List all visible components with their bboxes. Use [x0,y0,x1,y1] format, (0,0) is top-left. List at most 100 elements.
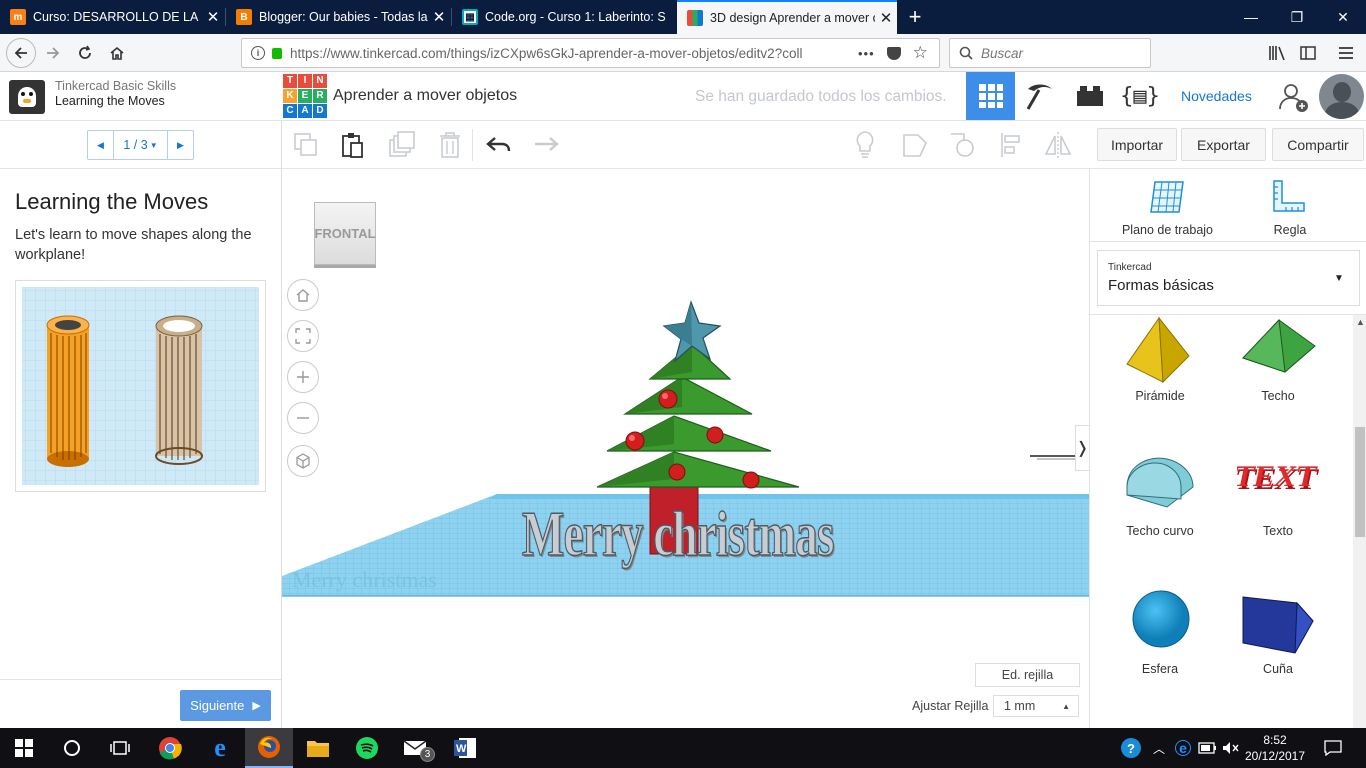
url-text[interactable]: https://www.tinkercad.com/things/izCXpw6… [290,46,850,61]
menu-icon[interactable] [1331,38,1361,68]
url-bar[interactable]: i https://www.tinkercad.com/things/izCXp… [241,38,940,68]
shape-wedge[interactable]: Cuña [1223,589,1333,687]
shapes-scrollbar[interactable]: ▲ [1353,315,1366,728]
task-view-icon[interactable] [96,728,144,768]
word-icon[interactable]: W [441,728,489,768]
clock-date: 20/12/2017 [1244,749,1306,763]
shape-library-select[interactable]: Tinkercad Formas básicas ▼ [1097,250,1360,306]
bricks-view-button[interactable] [1066,72,1114,120]
collapse-panel-button[interactable]: ❭ [1075,425,1089,471]
redo-icon[interactable] [530,129,562,161]
lesson-heading: Learning the Moves [15,189,209,214]
bookmark-star-icon[interactable]: ☆ [913,43,928,63]
ruler-tool[interactable]: Regla [1250,177,1330,239]
codeblocks-icon[interactable]: {▤} [1116,72,1164,120]
group-icon[interactable] [899,129,931,161]
close-icon[interactable]: ✕ [875,9,897,27]
search-input[interactable]: Buscar [949,38,1151,68]
design-title[interactable]: Aprender a mover objetos [333,87,517,105]
chrome-icon[interactable] [146,728,194,768]
curved-roof-icon [1126,457,1194,508]
back-icon[interactable] [6,38,36,68]
prev-step-button[interactable]: ◀ [88,131,114,159]
reload-icon[interactable] [70,38,100,68]
chevron-up-icon[interactable]: ︿ [1148,728,1170,768]
lesson-course: Tinkercad Basic Skills [55,79,177,93]
home-icon[interactable] [102,38,132,68]
sidebar-icon[interactable] [1293,38,1323,68]
christmas-tree-model[interactable]: Merry christmas [282,169,1089,728]
lesson-avatar-icon [9,80,45,114]
browser-tab-moodle[interactable]: m Curso: DESARROLLO DE LA EXP ✕ [0,0,224,34]
next-step-button[interactable]: ▶ [167,131,193,159]
browser-tab-blogger[interactable]: B Blogger: Our babies - Todas las ✕ [226,0,450,34]
pocket-icon[interactable] [886,46,901,60]
align-icon[interactable] [995,129,1027,161]
forward-icon[interactable] [38,38,68,68]
step-select[interactable]: 1 / 3 ▼ [114,131,167,159]
copy-icon[interactable] [290,129,322,161]
close-window-icon[interactable]: ✕ [1320,0,1366,34]
tinkercad-icon [687,10,703,26]
browser-tab-tinkercad[interactable]: 3D design Aprender a mover ob ✕ [677,0,897,34]
next-lesson-button[interactable]: Siguiente ▶ [180,690,271,721]
edit-toolbar: Importar Exportar Compartir [282,121,1366,169]
svg-text:Merry christmas: Merry christmas [292,567,437,592]
snap-grid-select[interactable]: 1 mm ▲ [993,695,1079,717]
edge-tray-icon[interactable]: e [1172,728,1194,768]
novedades-link[interactable]: Novedades [1181,88,1252,104]
lightbulb-icon[interactable] [849,129,881,161]
ungroup-icon[interactable] [946,129,978,161]
file-explorer-icon[interactable] [294,728,342,768]
shape-curved-roof[interactable]: Techo curvo [1105,451,1215,549]
close-icon[interactable]: ✕ [428,8,450,26]
mail-icon[interactable]: 3 [392,728,440,768]
new-tab-button[interactable]: + [897,0,933,34]
tinkercad-logo[interactable]: T I N K E R C A D [283,74,327,118]
restore-icon[interactable]: ❐ [1274,0,1320,34]
shape-pyramid[interactable]: Pirámide [1105,316,1215,414]
import-button[interactable]: Importar [1097,128,1177,161]
cortana-icon[interactable] [48,728,96,768]
scrollbar-thumb[interactable] [1355,427,1365,537]
help-icon[interactable]: ? [1118,728,1144,768]
search-placeholder: Buscar [981,45,1024,61]
edit-grid-button[interactable]: Ed. rejilla [975,663,1080,687]
windows-start-icon[interactable] [0,728,48,768]
spotify-icon[interactable] [343,728,391,768]
3d-view-button[interactable] [966,72,1015,120]
share-button[interactable]: Compartir [1272,128,1364,161]
library-name: Formas básicas [1108,277,1214,294]
paste-icon[interactable] [337,129,369,161]
sphere-icon [1132,590,1190,648]
volume-muted-icon[interactable] [1220,728,1242,768]
merry-christmas-text-model[interactable]: Merry christmas [521,494,834,574]
blocks-view-button[interactable] [1016,72,1064,120]
shape-roof[interactable]: Techo [1223,316,1333,414]
trash-icon[interactable] [434,129,466,161]
firefox-icon[interactable] [245,728,293,768]
workplane-tool[interactable]: Plano de trabajo [1115,177,1220,239]
export-button[interactable]: Exportar [1181,128,1266,161]
close-icon[interactable]: ✕ [202,8,224,26]
shape-text[interactable]: TEXT TEXT Texto [1223,451,1333,549]
browser-tab-codeorg[interactable]: ▦ Code.org - Curso 1: Laberinto: S [452,0,676,34]
shape-sphere[interactable]: Esfera [1105,589,1215,687]
3d-viewport[interactable]: FRONTAL Merry christmas Merry christmas … [282,169,1089,728]
edge-icon[interactable]: e [196,728,244,768]
library-icon[interactable] [1262,38,1292,68]
user-avatar[interactable] [1319,74,1364,119]
battery-icon[interactable] [1196,728,1220,768]
add-user-icon[interactable] [1277,80,1311,114]
scroll-up-icon[interactable]: ▲ [1356,317,1365,327]
duplicate-icon[interactable] [386,129,418,161]
notifications-icon[interactable] [1320,728,1346,768]
undo-icon[interactable] [483,129,515,161]
minimize-icon[interactable]: ― [1228,0,1274,34]
browser-tab-strip: m Curso: DESARROLLO DE LA EXP ✕ B Blogge… [0,0,1366,34]
lesson-pager-bar: ◀ 1 / 3 ▼ ▶ [0,121,282,169]
page-actions-icon[interactable]: ••• [858,46,875,61]
mirror-icon[interactable] [1042,129,1074,161]
clock[interactable]: 8:52 20/12/2017 [1240,732,1310,764]
info-icon[interactable]: i [251,46,265,60]
